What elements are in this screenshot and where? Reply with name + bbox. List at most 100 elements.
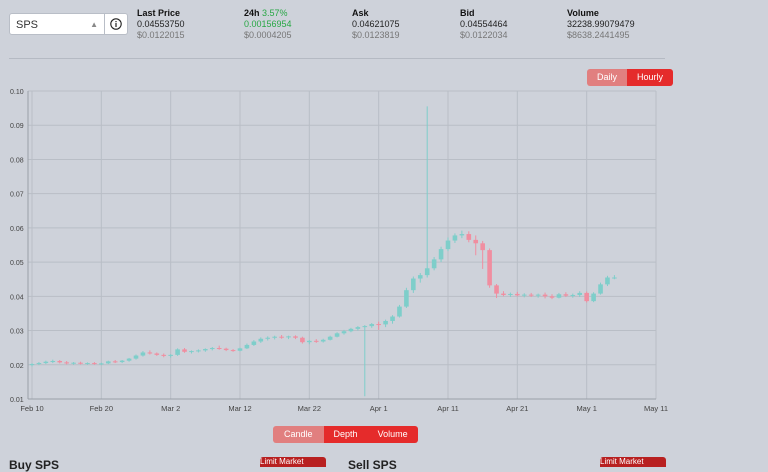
stat-usd: $8638.2441495 bbox=[567, 30, 630, 40]
candle-body bbox=[327, 336, 333, 340]
candle-body bbox=[480, 243, 485, 251]
x-tick-label: Feb 10 bbox=[20, 404, 43, 413]
stat-usd: $0.0122015 bbox=[137, 30, 185, 40]
candle-body bbox=[355, 327, 361, 329]
info-icon bbox=[110, 18, 122, 30]
volume-button[interactable]: Volume bbox=[367, 426, 418, 443]
candle-body bbox=[168, 354, 173, 356]
stat-usd: $0.0004205 bbox=[244, 30, 292, 40]
candle-body bbox=[376, 324, 381, 326]
candle-body bbox=[279, 336, 284, 338]
stat-usd: $0.0123819 bbox=[352, 30, 400, 40]
candle-body bbox=[369, 324, 375, 327]
y-tick-label: 0.02 bbox=[10, 363, 24, 370]
candle-body bbox=[320, 339, 326, 342]
stat-value: 0.04554464 bbox=[460, 19, 508, 29]
candle-body bbox=[189, 351, 194, 353]
stat-value: 0.04553750 bbox=[137, 19, 185, 29]
candle-body bbox=[473, 239, 479, 244]
stat-label: Bid bbox=[460, 8, 475, 18]
candle-body bbox=[584, 292, 589, 302]
candle-body bbox=[237, 348, 243, 351]
candle-body bbox=[175, 349, 180, 355]
x-tick-label: Mar 22 bbox=[298, 404, 321, 413]
candle-body bbox=[272, 336, 277, 338]
candle-body bbox=[92, 363, 97, 365]
candle-body bbox=[57, 361, 63, 363]
stat-label: Volume bbox=[567, 8, 599, 18]
stat-ask: Ask 0.04621075 $0.0123819 bbox=[352, 8, 400, 41]
info-button[interactable] bbox=[105, 13, 128, 35]
y-tick-label: 0.08 bbox=[10, 157, 24, 164]
candle-body bbox=[390, 316, 395, 321]
candle-body bbox=[251, 341, 257, 345]
candle-button[interactable]: Candle bbox=[273, 426, 324, 443]
x-tick-label: Apr 21 bbox=[506, 404, 528, 413]
candle-body bbox=[196, 350, 201, 352]
candle-body bbox=[140, 352, 146, 356]
candle-body bbox=[223, 348, 229, 351]
x-tick-label: Apr 11 bbox=[437, 404, 459, 413]
candle-body bbox=[161, 354, 167, 356]
chevron-updown-icon: ▲ bbox=[90, 20, 98, 29]
y-tick-label: 0.09 bbox=[10, 123, 24, 130]
candle-body bbox=[307, 340, 312, 343]
candle-body bbox=[36, 363, 42, 365]
candle-body bbox=[487, 250, 492, 286]
candle-body bbox=[286, 336, 291, 338]
sell-title: Sell SPS bbox=[348, 458, 397, 472]
candle-body bbox=[577, 292, 583, 295]
candle-body bbox=[29, 364, 35, 366]
candle-body bbox=[78, 362, 83, 364]
candle-body bbox=[105, 361, 111, 364]
candle-body bbox=[605, 277, 610, 285]
y-tick-label: 0.04 bbox=[10, 294, 24, 301]
candle-body bbox=[598, 284, 603, 294]
sell-order-type-button[interactable]: Limit Market bbox=[600, 457, 666, 467]
x-tick-label: Apr 1 bbox=[370, 404, 388, 413]
stat-change: 3.57% bbox=[262, 8, 288, 18]
candle-body bbox=[445, 240, 451, 250]
candle-body bbox=[244, 344, 250, 349]
candle-body bbox=[348, 328, 354, 332]
candle-body bbox=[182, 349, 187, 352]
buy-order-type-button[interactable]: Limit Market bbox=[260, 457, 326, 467]
candle-body bbox=[549, 296, 555, 298]
candle-body bbox=[99, 363, 104, 365]
y-tick-label: 0.05 bbox=[10, 260, 24, 267]
candle-body bbox=[203, 349, 208, 351]
candle-body bbox=[383, 320, 388, 325]
depth-button[interactable]: Depth bbox=[323, 426, 368, 443]
candle-body bbox=[424, 268, 430, 276]
stat-24h: 24h 3.57% 0.00156954 $0.0004205 bbox=[244, 8, 292, 41]
stat-value: 0.04621075 bbox=[352, 19, 400, 29]
candle-body bbox=[535, 294, 541, 296]
x-tick-label: Mar 2 bbox=[161, 404, 180, 413]
candle-body bbox=[528, 294, 534, 296]
candle-body bbox=[265, 337, 271, 339]
candle-body bbox=[397, 306, 402, 317]
candle-body bbox=[43, 361, 49, 364]
candle-body bbox=[119, 360, 125, 363]
candle-body bbox=[501, 293, 506, 295]
candle-body bbox=[362, 326, 368, 328]
x-tick-label: Feb 20 bbox=[90, 404, 113, 413]
candle-body bbox=[417, 275, 423, 279]
y-tick-label: 0.10 bbox=[10, 89, 24, 96]
stat-bid: Bid 0.04554464 $0.0122034 bbox=[460, 8, 508, 41]
candle-body bbox=[563, 294, 569, 296]
candle-body bbox=[521, 294, 527, 296]
candle-body bbox=[341, 331, 347, 334]
stat-volume: Volume 32238.99079479 $8638.2441495 bbox=[567, 8, 635, 41]
candle-body bbox=[591, 293, 596, 302]
candle-body bbox=[230, 350, 236, 352]
stat-value: 0.00156954 bbox=[244, 19, 292, 29]
candle-body bbox=[542, 294, 548, 297]
candle-body bbox=[216, 348, 222, 350]
stat-label: Ask bbox=[352, 8, 369, 18]
x-tick-label: May 1 bbox=[576, 404, 596, 413]
token-select-value: SPS bbox=[16, 19, 39, 31]
y-tick-label: 0.07 bbox=[10, 192, 24, 199]
token-select[interactable]: SPS ▲ bbox=[9, 13, 105, 35]
header-divider bbox=[9, 58, 665, 59]
